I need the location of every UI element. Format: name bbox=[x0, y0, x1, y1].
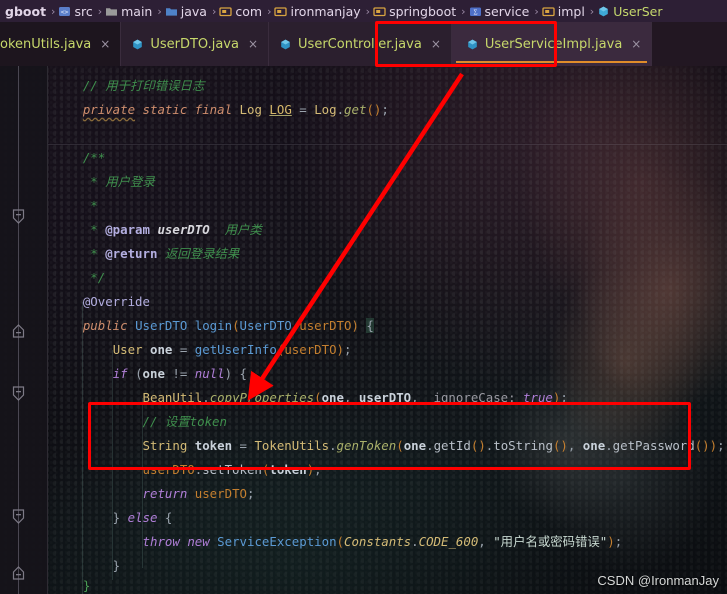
folder-grey-icon bbox=[105, 5, 118, 18]
breadcrumb-item-gboot[interactable]: gboot bbox=[0, 0, 48, 22]
code-line: User one = getUserInfo(userDTO); bbox=[112, 342, 352, 357]
breadcrumb-separator: › bbox=[97, 4, 103, 18]
package-icon bbox=[274, 5, 288, 18]
code-line: private static final Log LOG = Log.get()… bbox=[82, 102, 389, 117]
code-line: /** bbox=[53, 150, 106, 165]
breadcrumb-separator: › bbox=[267, 4, 272, 18]
svg-text:<>: <> bbox=[61, 8, 69, 16]
breadcrumb-label: springboot bbox=[389, 3, 457, 19]
code-line: * 用户登录 bbox=[53, 174, 155, 189]
code-line: * bbox=[53, 198, 98, 213]
tab-tokenutils[interactable]: okenUtils.java × bbox=[0, 22, 122, 66]
code-line: * @return 返回登录结果 bbox=[53, 246, 240, 261]
code-line: throw new ServiceException(Constants.COD… bbox=[142, 534, 623, 549]
breadcrumb-label: src bbox=[74, 3, 93, 19]
breadcrumb-item-ironmanjay[interactable]: ironmanjay bbox=[274, 0, 362, 22]
breadcrumb-label: com bbox=[235, 3, 263, 19]
java-class-icon bbox=[597, 5, 610, 18]
breadcrumb-separator: › bbox=[157, 4, 162, 18]
java-class-icon bbox=[131, 38, 144, 51]
code-line: @Override bbox=[82, 294, 150, 309]
breadcrumb-separator: › bbox=[461, 4, 466, 18]
breadcrumb-item-impl[interactable]: impl bbox=[542, 0, 587, 22]
ide-window: gboot › <> src › main › java › com › iro… bbox=[0, 0, 727, 594]
code-line: */ bbox=[53, 270, 106, 285]
breadcrumb-label: service bbox=[484, 3, 530, 19]
code-line: } bbox=[53, 578, 91, 593]
breadcrumb-separator: › bbox=[534, 4, 539, 18]
code-line: if (one != null) { bbox=[112, 366, 247, 381]
breadcrumb-label: impl bbox=[557, 3, 585, 19]
breadcrumb-separator: › bbox=[51, 4, 56, 18]
breadcrumb-item-com[interactable]: com bbox=[219, 0, 264, 22]
folder-blue-icon bbox=[165, 5, 178, 18]
code-line: // 用于打印错误日志 bbox=[53, 78, 205, 93]
breadcrumb-separator: › bbox=[589, 4, 595, 18]
code-content[interactable]: // 用于打印错误日志 private static final Log LOG… bbox=[0, 66, 727, 594]
package-icon bbox=[542, 5, 555, 18]
close-icon[interactable]: × bbox=[100, 37, 110, 51]
code-line: return userDTO; bbox=[142, 486, 255, 501]
breadcrumb-label: gboot bbox=[5, 3, 47, 19]
code-highlight-box bbox=[88, 402, 691, 470]
breadcrumb-item-userservice[interactable]: UserSer bbox=[597, 0, 664, 22]
java-class-icon bbox=[279, 38, 292, 51]
interface-folder-icon: Σ bbox=[469, 5, 482, 18]
watermark: CSDN @IronmanJay bbox=[597, 573, 719, 588]
code-line: } else { bbox=[53, 510, 173, 525]
package-icon bbox=[373, 5, 386, 18]
tab-highlight-box bbox=[375, 21, 557, 67]
breadcrumb-label: main bbox=[121, 3, 153, 19]
code-editor[interactable]: // 用于打印错误日志 private static final Log LOG… bbox=[0, 66, 727, 594]
breadcrumb-label: ironmanjay bbox=[290, 3, 361, 19]
breadcrumb-item-service[interactable]: Σ service bbox=[469, 0, 532, 22]
breadcrumb-item-springboot[interactable]: springboot bbox=[373, 0, 458, 22]
editor-tab-bar: okenUtils.java × UserDTO.java × UserCont… bbox=[0, 22, 727, 66]
breadcrumb-item-src[interactable]: <> src bbox=[58, 0, 94, 22]
svg-text:Σ: Σ bbox=[473, 8, 477, 16]
tab-label: okenUtils.java bbox=[0, 36, 92, 52]
breadcrumb-label: UserSer bbox=[613, 3, 663, 19]
breadcrumb-label: java bbox=[180, 3, 207, 19]
breadcrumb-item-java[interactable]: java bbox=[165, 0, 209, 22]
package-icon bbox=[219, 5, 233, 18]
code-line: * @param userDTO 用户类 bbox=[53, 222, 262, 237]
breadcrumb-item-main[interactable]: main bbox=[105, 0, 154, 22]
close-icon[interactable]: × bbox=[631, 37, 641, 51]
breadcrumb: gboot › <> src › main › java › com › iro… bbox=[0, 0, 727, 22]
breadcrumb-separator: › bbox=[211, 4, 217, 18]
tab-label: UserDTO.java bbox=[150, 36, 239, 52]
code-line: public UserDTO login(UserDTO userDTO) { bbox=[82, 318, 374, 333]
close-icon[interactable]: × bbox=[248, 37, 258, 51]
tab-userdto[interactable]: UserDTO.java × bbox=[121, 22, 270, 66]
breadcrumb-separator: › bbox=[365, 4, 371, 18]
source-folder-icon: <> bbox=[58, 5, 71, 18]
